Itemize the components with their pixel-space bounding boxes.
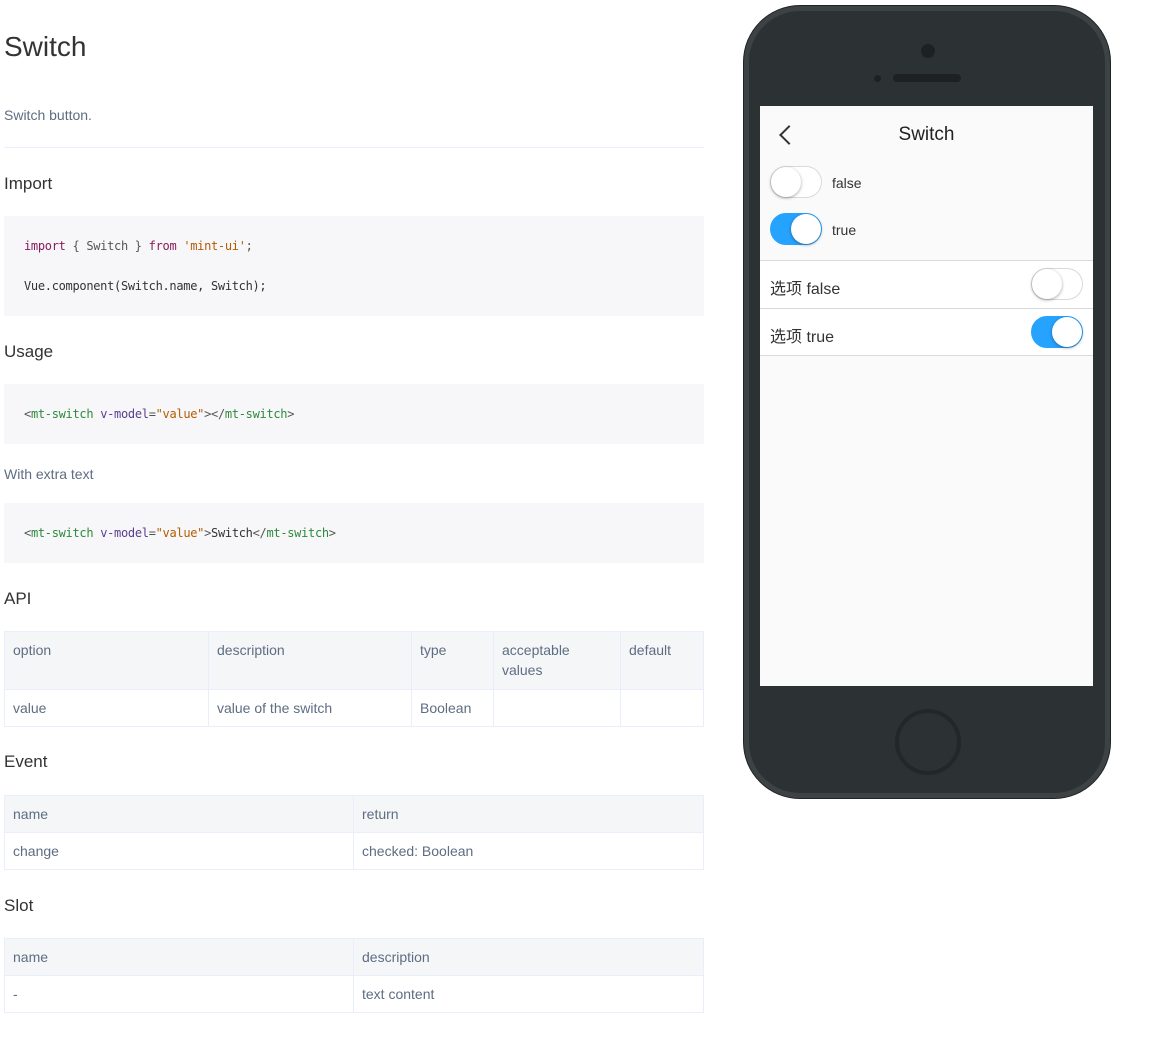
usage-code-block: <mt-switch v-model="value"></mt-switch> (4, 384, 704, 444)
slot-heading: Slot (4, 896, 34, 915)
table-header-row: name description (4, 938, 704, 976)
table-header-cell: type (411, 631, 494, 690)
switch-toggle[interactable] (1031, 268, 1083, 300)
phone-frame: Switch false true 选项 false 选项 true (744, 6, 1110, 798)
switch-knob (771, 167, 801, 197)
switch-label: true (832, 222, 857, 238)
api-table: option description type acceptable value… (4, 631, 704, 727)
divider (4, 147, 704, 148)
table-row: change checked: Boolean (4, 832, 704, 870)
table-cell: text content (353, 975, 704, 1013)
usage-code-line: <mt-switch v-model="value"></mt-switch> (24, 407, 295, 421)
phone-screen: Switch false true 选项 false 选项 true (760, 106, 1093, 686)
import-code-line-1: import { Switch } from 'mint-ui'; (24, 239, 253, 253)
import-heading: Import (4, 174, 53, 193)
table-header-cell: default (620, 631, 704, 690)
table-cell: value of the switch (208, 689, 412, 727)
camera-icon (921, 44, 935, 58)
table-header-cell: option (4, 631, 209, 690)
event-heading: Event (4, 752, 48, 771)
switch-toggle[interactable] (1031, 316, 1083, 348)
table-cell (493, 689, 621, 727)
table-header-cell: acceptable values (493, 631, 621, 690)
extra-text-label: With extra text (4, 466, 94, 482)
switch-toggle[interactable] (770, 166, 822, 198)
home-button[interactable] (895, 709, 961, 775)
table-row: value value of the switch Boolean (4, 689, 704, 727)
table-cell (620, 689, 704, 727)
table-header-row: name return (4, 795, 704, 833)
table-row: - text content (4, 975, 704, 1013)
table-header-cell: description (353, 938, 704, 976)
table-header-cell: name (4, 938, 354, 976)
api-heading: API (4, 589, 32, 608)
table-header-cell: return (353, 795, 704, 833)
switch-knob (1052, 317, 1082, 347)
extra-code-block: <mt-switch v-model="value">Switch</mt-sw… (4, 503, 704, 563)
table-header-cell: name (4, 795, 354, 833)
slot-table: name description - text content (4, 938, 704, 1013)
table-cell: checked: Boolean (353, 832, 704, 870)
switch-cell[interactable]: 选项 false (760, 260, 1093, 308)
switch-cell[interactable]: 选项 true (760, 308, 1093, 356)
switch-knob (1032, 269, 1062, 299)
event-table: name return change checked: Boolean (4, 795, 704, 870)
sensor-dot (874, 75, 881, 82)
speaker-grille (893, 74, 961, 82)
page-intro: Switch button. (4, 107, 92, 123)
table-header-cell: description (208, 631, 412, 690)
page-title: Switch (4, 31, 87, 62)
usage-heading: Usage (4, 342, 54, 361)
extra-code-line: <mt-switch v-model="value">Switch</mt-sw… (24, 526, 336, 540)
nav-title: Switch (898, 124, 955, 145)
switch-label: false (832, 175, 862, 191)
switch-knob (791, 214, 821, 244)
cell-label: 选项 false (770, 281, 841, 298)
table-cell: - (4, 975, 354, 1013)
table-cell: Boolean (411, 689, 494, 727)
import-code-line-2: Vue.component(Switch.name, Switch); (24, 279, 267, 293)
table-cell: change (4, 832, 354, 870)
nav-bar: Switch (760, 106, 1093, 166)
table-header-row: option description type acceptable value… (4, 631, 704, 690)
switch-toggle[interactable] (770, 213, 822, 245)
cell-label: 选项 true (770, 329, 835, 346)
import-code-block: import { Switch } from 'mint-ui'; Vue.co… (4, 216, 704, 316)
table-cell: value (4, 689, 209, 727)
